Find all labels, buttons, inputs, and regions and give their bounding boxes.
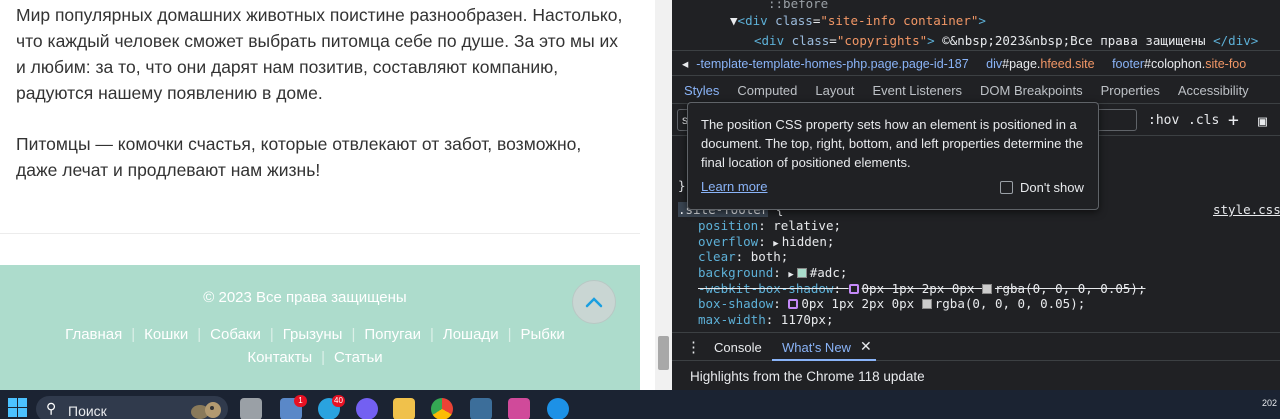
tab-event-listeners[interactable]: Event Listeners [872, 78, 962, 98]
intro-paragraph: Мир популярных домашних животных поистин… [16, 5, 623, 103]
telegram-icon[interactable]: 40 [318, 395, 345, 419]
tooltip-description: The position CSS property sets how an el… [701, 117, 1084, 170]
windows-taskbar: ⚲ Поиск 1 40 202 [0, 390, 1280, 419]
file-explorer-icon[interactable] [393, 398, 415, 419]
breadcrumb-div-page[interactable]: div#page.hfeed.site [986, 57, 1094, 71]
tab-whats-new[interactable]: What's New [782, 340, 851, 355]
viber-icon[interactable] [356, 398, 378, 419]
nav-separator: | [321, 349, 326, 366]
task-view-icon[interactable] [240, 398, 262, 419]
footer-link-parrots[interactable]: Попугаи [355, 326, 430, 343]
cls-toggle[interactable]: .cls [1188, 113, 1219, 128]
search-highlight-illustration-icon [191, 402, 221, 419]
learn-more-link[interactable]: Learn more [701, 179, 767, 194]
new-style-rule-icon[interactable]: + [1228, 110, 1239, 131]
color-swatch-icon[interactable] [921, 299, 932, 309]
footer-link-contacts[interactable]: Контакты [238, 349, 321, 366]
kebab-menu-icon[interactable]: ⋮ [686, 338, 701, 356]
tab-layout[interactable]: Layout [815, 78, 854, 98]
shadow-editor-icon[interactable] [848, 284, 859, 294]
calculator-icon[interactable] [470, 398, 492, 419]
taskbar-search[interactable]: ⚲ Поиск [36, 396, 228, 419]
dom-line-copyrights[interactable]: <div class="copyrights"> ©&nbsp;2023&nbs… [754, 33, 1258, 48]
tray-clock[interactable]: 202 [1262, 398, 1277, 408]
footer-link-rodents[interactable]: Грызуны [274, 326, 352, 343]
nav-separator: | [197, 326, 202, 343]
chevron-left-icon[interactable]: ◂ [682, 57, 688, 71]
notification-badge: 1 [294, 395, 307, 407]
footer-link-home[interactable]: Главная [56, 326, 131, 343]
breadcrumb-body[interactable]: -template-template-homes-php.page.page-i… [696, 57, 968, 71]
tab-computed[interactable]: Computed [737, 78, 797, 98]
tab-properties[interactable]: Properties [1101, 78, 1160, 98]
toggle-sidebar-icon[interactable]: ▣ [1258, 112, 1267, 130]
search-icon: ⚲ [46, 400, 57, 416]
nav-separator: | [429, 326, 434, 343]
css-property-tooltip: The position CSS property sets how an el… [687, 102, 1099, 210]
hov-toggle[interactable]: :hov [1148, 113, 1179, 128]
decl-max-width[interactable]: max-width: 1170px; [698, 312, 833, 327]
footer-link-horses[interactable]: Лошади [434, 326, 508, 343]
decl-overflow[interactable]: overflow: ▶ hidden; [698, 234, 834, 249]
decl-position[interactable]: position: relative; [698, 218, 841, 233]
scroll-to-top-button[interactable] [572, 280, 616, 324]
expand-triangle-icon[interactable]: ▶ [773, 239, 778, 249]
pets-paragraph: Питомцы — комочки счастья, которые отвле… [16, 134, 582, 180]
expand-triangle-icon[interactable]: ▶ [788, 270, 793, 280]
website-viewport: Мир популярных домашних животных поистин… [0, 0, 640, 390]
dont-show-checkbox[interactable] [1000, 181, 1013, 194]
page-scrollbar-thumb[interactable] [658, 336, 669, 370]
devtools-drawer: ⋮ Console What's New ✕ Highlights from t… [672, 332, 1280, 390]
footer-link-cats[interactable]: Кошки [135, 326, 197, 343]
content-divider [0, 233, 640, 234]
windows-start-icon[interactable] [8, 398, 28, 418]
search-label: Поиск [68, 403, 107, 419]
docker-icon[interactable] [547, 398, 569, 419]
dom-line-before[interactable]: ::before [768, 0, 828, 11]
page-scrollbar[interactable] [655, 0, 672, 390]
decl-box-shadow[interactable]: box-shadow: 0px 1px 2px 0px rgba(0, 0, 0… [698, 296, 1085, 311]
weather-widget-icon[interactable]: 1 [280, 395, 307, 419]
jetbrains-icon[interactable] [508, 398, 530, 419]
whats-new-headline[interactable]: Highlights from the Chrome 118 update [690, 369, 925, 384]
close-icon[interactable]: ✕ [860, 338, 872, 355]
telegram-badge: 40 [332, 395, 345, 407]
stylesheet-link[interactable]: style.css [1213, 202, 1280, 217]
decl-background[interactable]: background: ▶ #adc; [698, 265, 847, 280]
dom-line-site-info[interactable]: ▼<div class="site-info container"> [730, 13, 986, 28]
active-tab-indicator [772, 359, 876, 361]
copyright-text: © 2023 Все права защищены [203, 289, 407, 306]
color-swatch-icon[interactable] [981, 284, 992, 294]
footer-link-dogs[interactable]: Собаки [201, 326, 270, 343]
breadcrumb-footer[interactable]: footer#colophon.site-foo [1112, 57, 1246, 71]
footer-link-articles[interactable]: Статьи [325, 349, 392, 366]
dont-show-label[interactable]: Don't show [1020, 180, 1084, 195]
dom-breadcrumbs: ◂ -template-template-homes-php.page.page-… [672, 50, 1280, 76]
color-swatch-icon[interactable] [796, 268, 807, 278]
footer-link-fish[interactable]: Рыбки [511, 326, 573, 343]
tab-styles[interactable]: Styles [684, 78, 719, 98]
nav-separator: | [351, 326, 356, 343]
nav-separator: | [269, 326, 274, 343]
nav-separator: | [507, 326, 512, 343]
shadow-editor-icon[interactable] [788, 299, 799, 309]
tab-dom-breakpoints[interactable]: DOM Breakpoints [980, 78, 1083, 98]
decl-clear[interactable]: clear: both; [698, 249, 788, 264]
tab-console[interactable]: Console [714, 340, 762, 355]
chevron-up-icon [585, 297, 603, 308]
drawer-tabs: ⋮ Console What's New ✕ [672, 333, 1280, 361]
tab-accessibility[interactable]: Accessibility [1178, 78, 1249, 98]
rule-close-brace: } [678, 178, 686, 193]
footer-nav: Главная | Кошки | Собаки | Грызуны | Попугаи | Лош… [40, 323, 590, 369]
styles-panel-tabs: Styles Computed Layout Event Listeners DOM B… [672, 78, 1280, 104]
site-footer: © 2023 Все права защищены Главная | Кошки |… [0, 265, 640, 390]
decl-webkit-box-shadow[interactable]: -webkit-box-shadow: 0px 1px 2px 0px rgba… [698, 281, 1145, 296]
nav-separator: | [131, 326, 136, 343]
chrome-icon[interactable] [431, 398, 453, 419]
